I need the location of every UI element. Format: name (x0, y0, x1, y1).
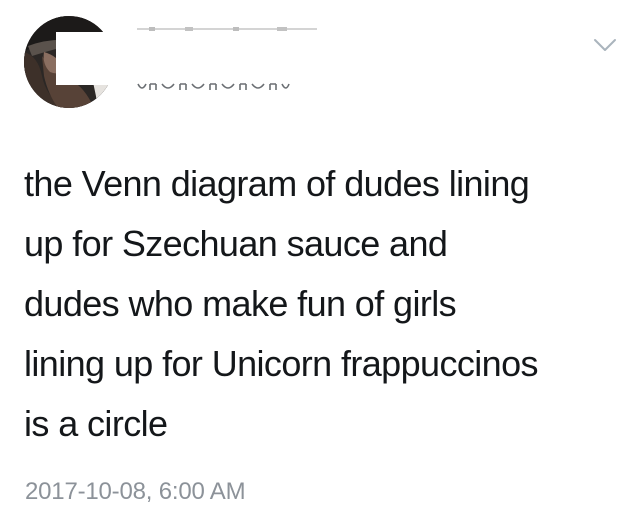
handle-remnant (137, 83, 290, 90)
tweet: the Venn diagram of dudes lining up for … (0, 0, 635, 518)
chevron-down-icon[interactable] (593, 36, 617, 54)
name-redaction (56, 32, 323, 85)
tweet-text: the Venn diagram of dudes lining up for … (24, 163, 538, 444)
tweet-timestamp[interactable]: 2017-10-08, 6:00 AM (25, 478, 246, 506)
